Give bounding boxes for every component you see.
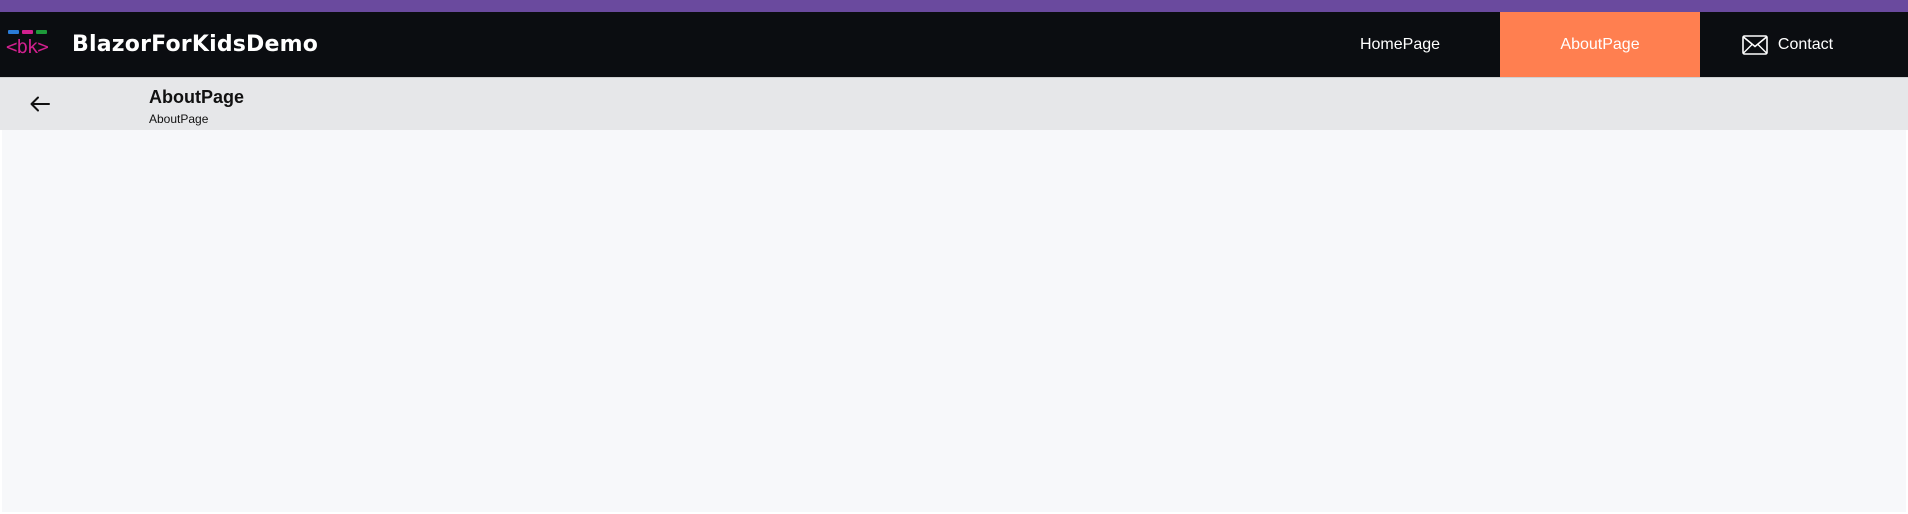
page-subtitle: AboutPage <box>149 112 209 126</box>
nav-item-label: Contact <box>1777 35 1834 53</box>
nav-item-label: HomePage <box>1359 35 1441 53</box>
top-navbar: <bk> BlazorForKidsDemo HomePage AboutPag… <box>0 12 1908 77</box>
app-title[interactable]: BlazorForKidsDemo <box>72 32 318 57</box>
nav-item-homepage[interactable]: HomePage <box>1300 12 1500 77</box>
nav-item-contact[interactable]: Contact <box>1700 12 1875 77</box>
nav-links: HomePage AboutPage Contact <box>1300 12 1908 77</box>
main-content <box>2 130 1906 512</box>
app-window: <bk> BlazorForKidsDemo HomePage AboutPag… <box>0 0 1908 514</box>
brand[interactable]: <bk> BlazorForKidsDemo <box>0 12 318 77</box>
logo-bar-blue <box>8 29 19 34</box>
page-title: AboutPage <box>149 87 245 107</box>
logo: <bk> <box>6 27 54 63</box>
top-accent-bar <box>0 0 1908 12</box>
logo-bar-green <box>36 29 47 34</box>
arrow-left-icon <box>30 96 50 112</box>
logo-bar-magenta <box>22 29 33 34</box>
nav-item-label: AboutPage <box>1560 35 1640 53</box>
logo-text: <bk> <box>6 35 49 58</box>
back-button[interactable] <box>24 88 56 120</box>
page-header: AboutPage AboutPage <box>0 77 1908 130</box>
nav-item-aboutpage[interactable]: AboutPage <box>1500 12 1700 77</box>
mail-icon <box>1742 34 1768 55</box>
